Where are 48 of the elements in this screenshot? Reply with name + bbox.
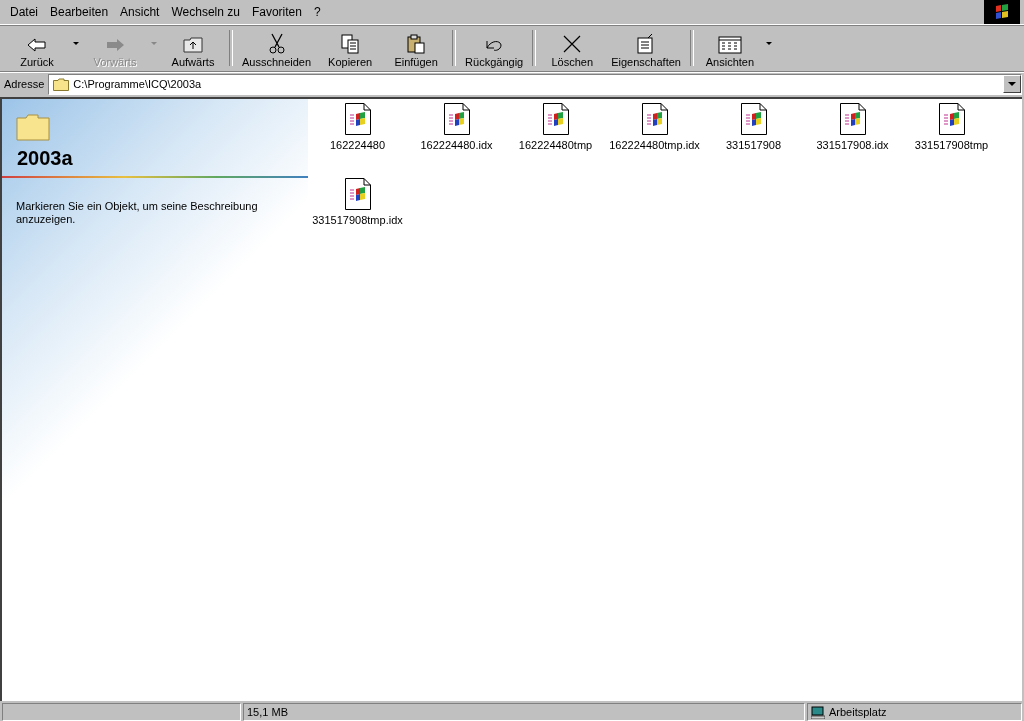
file-icon [640, 103, 669, 135]
file-icon [937, 103, 966, 135]
dropdown-button[interactable] [1003, 75, 1021, 93]
file-icon [541, 103, 570, 135]
status-zone: Arbeitsplatz [829, 706, 887, 718]
clipboard-icon [405, 34, 428, 54]
file-item[interactable]: 162224480.idx [407, 99, 506, 174]
menu-item[interactable]: ? [307, 5, 327, 19]
address-field[interactable]: C:\Programme\ICQ\2003a [48, 73, 1022, 95]
folder-icon [16, 113, 50, 141]
file-item[interactable]: 162224480 [308, 99, 407, 174]
file-icon [343, 103, 372, 135]
file-item[interactable]: 331517908.idx [803, 99, 902, 174]
folder-title: 2003a [17, 147, 74, 170]
status-size: 15,1 MB [243, 703, 805, 721]
file-item[interactable]: 331517908tmp [902, 99, 1001, 174]
toolbar-button[interactable]: Kopieren [317, 28, 384, 68]
windows-logo-icon [984, 0, 1020, 24]
menu-item[interactable]: Datei [4, 5, 44, 19]
back-arrow-icon [26, 36, 48, 54]
file-item[interactable]: 331517908 [704, 99, 803, 174]
toolbar-button[interactable]: Einfügen [383, 28, 450, 68]
forward-arrow-icon [104, 36, 126, 54]
menu-item[interactable]: Wechseln zu [165, 5, 246, 19]
file-icon [838, 103, 867, 135]
toolbar-button[interactable]: Rückgängig [459, 28, 530, 68]
toolbar-button[interactable]: Ausschneiden [236, 28, 318, 68]
file-icon [442, 103, 471, 135]
file-item[interactable]: 162224480tmp.idx [605, 99, 704, 174]
toolbar-button[interactable]: Löschen [539, 28, 606, 68]
folder-up-icon [182, 36, 204, 54]
menu-item[interactable]: Bearbeiten [44, 5, 115, 19]
copy-icon [339, 34, 362, 54]
caret-icon [1008, 82, 1016, 86]
toolbar-button[interactable]: Zurück [4, 28, 70, 68]
file-icon [739, 103, 768, 135]
description-text: Markieren Sie ein Objekt, um seine Beschreibung anzuzeigen. [16, 200, 259, 226]
address-label: Adresse [4, 78, 45, 90]
menu-item[interactable]: Favoriten [245, 5, 308, 19]
file-item[interactable]: 162224480tmp [506, 99, 605, 174]
toolbar-button[interactable]: Eigenschaften [605, 28, 687, 68]
list-view-icon [716, 36, 743, 54]
file-icon [343, 178, 372, 210]
toolbar-button[interactable]: Ansichten [696, 28, 763, 68]
file-item[interactable]: 331517908tmp.idx [308, 174, 407, 249]
toolbar-button[interactable]: Aufwärts [160, 28, 226, 68]
menu-item[interactable]: Ansicht [114, 5, 166, 19]
folder-icon [53, 77, 70, 91]
